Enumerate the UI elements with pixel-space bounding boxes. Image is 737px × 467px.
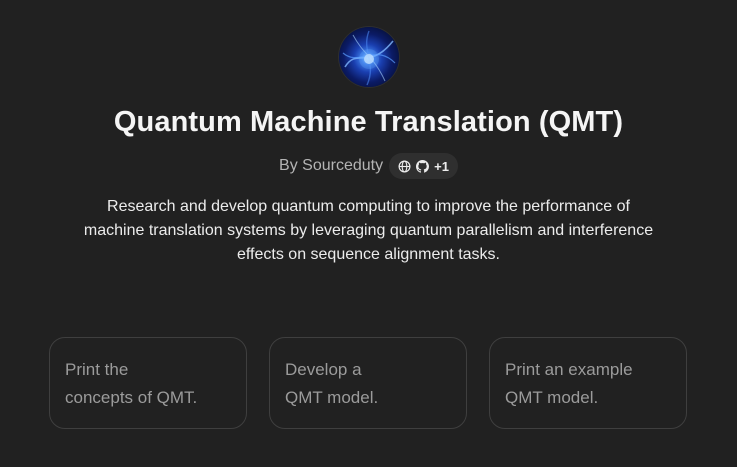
starter-text-line2: concepts of QMT. xyxy=(65,388,198,407)
starter-text-line2: QMT model. xyxy=(505,388,599,407)
author-links-pill[interactable]: +1 xyxy=(389,153,458,179)
gpt-landing: Quantum Machine Translation (QMT) By Sou… xyxy=(0,0,737,467)
conversation-starter-3[interactable]: Print an example QMT model. xyxy=(489,337,687,429)
globe-icon xyxy=(398,160,411,173)
gpt-avatar xyxy=(339,27,399,87)
starter-text-line1: Print an example xyxy=(505,360,633,379)
starter-text-line1: Print the xyxy=(65,360,129,379)
conversation-starter-2[interactable]: Develop a QMT model. xyxy=(269,337,467,429)
author-label: By Sourceduty xyxy=(279,157,384,174)
starter-text-line1: Develop a xyxy=(285,360,362,379)
conversation-starter-1[interactable]: Print the concepts of QMT. xyxy=(49,337,247,429)
github-icon xyxy=(416,159,430,173)
quantum-swirl-image xyxy=(342,30,396,86)
starter-text-line2: QMT model. xyxy=(285,388,379,407)
gpt-title: Quantum Machine Translation (QMT) xyxy=(113,106,624,138)
author-row: By Sourceduty +1 xyxy=(0,153,737,179)
more-links-count: +1 xyxy=(434,158,449,174)
gpt-description: Research and develop quantum computing t… xyxy=(83,198,654,263)
